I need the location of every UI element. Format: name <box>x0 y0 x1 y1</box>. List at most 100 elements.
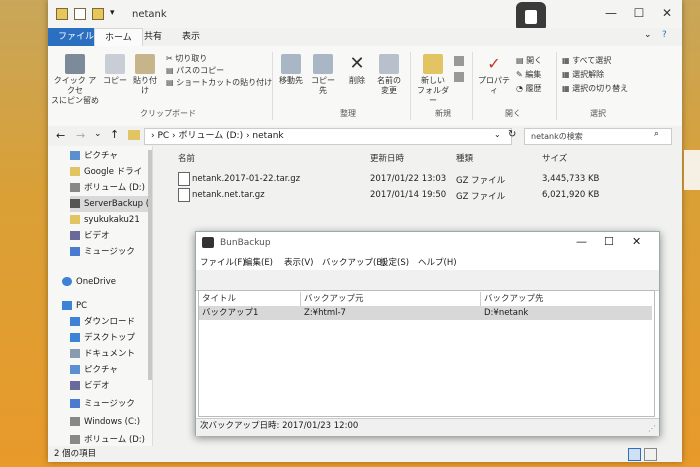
select-none-button[interactable]: ▦ 選択解除 <box>562 70 604 80</box>
edit-button[interactable]: ✎ 編集 <box>516 70 541 80</box>
nav-item-windows-c[interactable]: Windows (C:) <box>70 414 170 430</box>
pictures-icon <box>70 365 80 374</box>
tab-share[interactable]: 共有 <box>134 28 172 46</box>
column-header-source[interactable]: バックアップ元 <box>304 292 364 306</box>
minimize-button[interactable]: — <box>598 6 624 22</box>
resize-grip-icon[interactable]: ⋰ <box>648 424 656 433</box>
paste-shortcut-button[interactable]: ▤ ショートカットの貼り付け <box>166 78 272 88</box>
column-header-dest[interactable]: バックアップ先 <box>484 292 544 306</box>
breadcrumb-volume[interactable]: ボリューム (D:) <box>179 131 244 141</box>
new-folder-label: 新しい フォルダー <box>417 76 449 105</box>
video-icon <box>70 231 80 240</box>
rename-button[interactable]: 名前の 変更 <box>374 54 404 96</box>
tab-view[interactable]: 表示 <box>172 28 210 46</box>
nav-item-music[interactable]: ミュージック <box>70 244 170 260</box>
nav-label: デスクトップ <box>84 333 136 343</box>
paste-button[interactable]: 貼り付け <box>130 54 160 96</box>
refresh-icon[interactable]: ↻ <box>508 129 516 140</box>
forward-arrow-icon[interactable]: → <box>76 129 85 142</box>
properties-button[interactable]: ✓ プロパティ <box>476 54 512 96</box>
up-arrow-icon[interactable]: ↑ <box>110 128 119 141</box>
new-item-icon[interactable] <box>454 56 464 66</box>
new-folder-button[interactable]: 新しい フォルダー <box>414 54 452 106</box>
open-button[interactable]: ▤ 開く <box>516 56 542 66</box>
back-arrow-icon[interactable]: ← <box>56 129 65 142</box>
menu-backup[interactable]: バックアップ(B) <box>322 256 385 268</box>
copy-path-button[interactable]: ▤ パスのコピー <box>166 66 224 76</box>
pin-quick-access-button[interactable]: クイック アクセ スにピン留め <box>50 54 100 106</box>
recent-locations-icon[interactable]: ⌄ <box>94 129 102 139</box>
video-icon <box>70 381 80 390</box>
nav-label: Windows (C:) <box>84 417 141 427</box>
paste-label: 貼り付け <box>133 76 157 95</box>
menu-view[interactable]: 表示(V) <box>284 256 313 268</box>
history-button[interactable]: ◔ 履歴 <box>516 84 542 94</box>
file-type: GZ ファイル <box>456 192 506 202</box>
nav-item-pc[interactable]: PC <box>62 298 162 314</box>
next-backup-time: 次バックアップ日時: 2017/01/23 12:00 <box>200 421 359 431</box>
nav-item-videos-2[interactable]: ビデオ <box>70 378 170 394</box>
pin-icon <box>65 54 85 74</box>
nav-scrollbar[interactable] <box>148 150 152 380</box>
menu-help[interactable]: ヘルプ(H) <box>418 256 457 268</box>
bunbackup-title: BunBackup <box>220 238 271 248</box>
search-input[interactable]: netankの検索 <box>524 128 672 145</box>
table-row[interactable] <box>199 306 652 320</box>
copy-button[interactable]: コピー <box>102 54 128 86</box>
nav-item-music-2[interactable]: ミュージック <box>70 396 170 412</box>
drive-icon <box>70 183 80 192</box>
nav-item-downloads[interactable]: ダウンロード <box>70 314 170 330</box>
close-button[interactable]: ✕ <box>654 6 680 22</box>
cut-button[interactable]: ✂ 切り取り <box>166 54 207 64</box>
copy-to-button[interactable]: コピー先 <box>308 54 338 96</box>
menu-edit[interactable]: 編集(E) <box>244 256 273 268</box>
column-header-title[interactable]: タイトル <box>202 292 236 306</box>
bunbackup-window: BunBackup — ☐ ✕ ファイル(F) 編集(E) 表示(V) バックア… <box>195 231 660 436</box>
nav-item-desktop[interactable]: デスクトップ <box>70 330 170 346</box>
quick-access-dropdown-icon[interactable]: ▾ <box>110 8 115 18</box>
move-to-icon <box>281 54 301 74</box>
new-folder-quick-icon[interactable] <box>92 8 104 20</box>
nav-item-serverbackup[interactable]: ServerBackup (¥ <box>70 196 150 212</box>
nav-item-videos[interactable]: ビデオ <box>70 228 170 244</box>
properties-quick-icon[interactable] <box>74 8 86 20</box>
bunbackup-close-button[interactable]: ✕ <box>632 235 641 248</box>
easy-access-icon[interactable] <box>454 72 464 82</box>
properties-label: プロパティ <box>478 76 510 95</box>
nav-item-pictures-2[interactable]: ピクチャ <box>70 362 170 378</box>
file-name[interactable]: netank.net.tar.gz <box>192 190 265 200</box>
nav-item-pictures[interactable]: ピクチャ <box>70 148 170 164</box>
select-none-label: 選択解除 <box>572 70 605 79</box>
select-all-button[interactable]: ▦ すべて選択 <box>562 56 611 66</box>
ribbon-collapse-icon[interactable]: ⌄ <box>644 30 652 40</box>
nav-item-syukukaku21[interactable]: syukukaku21 <box>70 212 170 228</box>
column-header-size[interactable]: サイズ <box>542 152 567 164</box>
column-header-date[interactable]: 更新日時 <box>370 152 404 164</box>
nav-item-google-drive[interactable]: Google ドライ <box>70 164 170 180</box>
move-to-button[interactable]: 移動先 <box>276 54 306 86</box>
large-icons-view-icon[interactable] <box>644 448 657 461</box>
invert-selection-label: 選択の切り替え <box>572 84 629 93</box>
maximize-button[interactable]: ☐ <box>626 6 652 22</box>
copy-icon <box>105 54 125 74</box>
nav-item-onedrive[interactable]: OneDrive <box>62 274 162 290</box>
bunbackup-maximize-button[interactable]: ☐ <box>604 235 614 248</box>
menu-file[interactable]: ファイル(F) <box>200 256 246 268</box>
delete-button[interactable]: ✕ 削除 <box>344 54 370 86</box>
details-view-icon[interactable] <box>628 448 641 461</box>
help-icon[interactable]: ? <box>662 30 667 40</box>
invert-selection-button[interactable]: ▦ 選択の切り替え <box>562 84 628 94</box>
column-header-type[interactable]: 種類 <box>456 152 473 164</box>
file-name[interactable]: netank.2017-01-22.tar.gz <box>192 174 300 184</box>
menu-settings[interactable]: 設定(S) <box>380 256 409 268</box>
column-header-name[interactable]: 名前 <box>178 152 195 164</box>
nav-item-documents[interactable]: ドキュメント <box>70 346 170 362</box>
breadcrumb-pc[interactable]: PC <box>157 131 169 141</box>
address-bar[interactable]: › PC › ボリューム (D:) › netank <box>144 128 512 145</box>
window-title: netank <box>132 9 167 20</box>
address-dropdown-icon[interactable]: ⌄ <box>494 130 501 139</box>
bunbackup-minimize-button[interactable]: — <box>576 235 587 248</box>
nav-label: ドキュメント <box>84 349 136 359</box>
nav-item-volume-d[interactable]: ボリューム (D:) <box>70 180 170 196</box>
breadcrumb-folder[interactable]: netank <box>252 131 283 141</box>
